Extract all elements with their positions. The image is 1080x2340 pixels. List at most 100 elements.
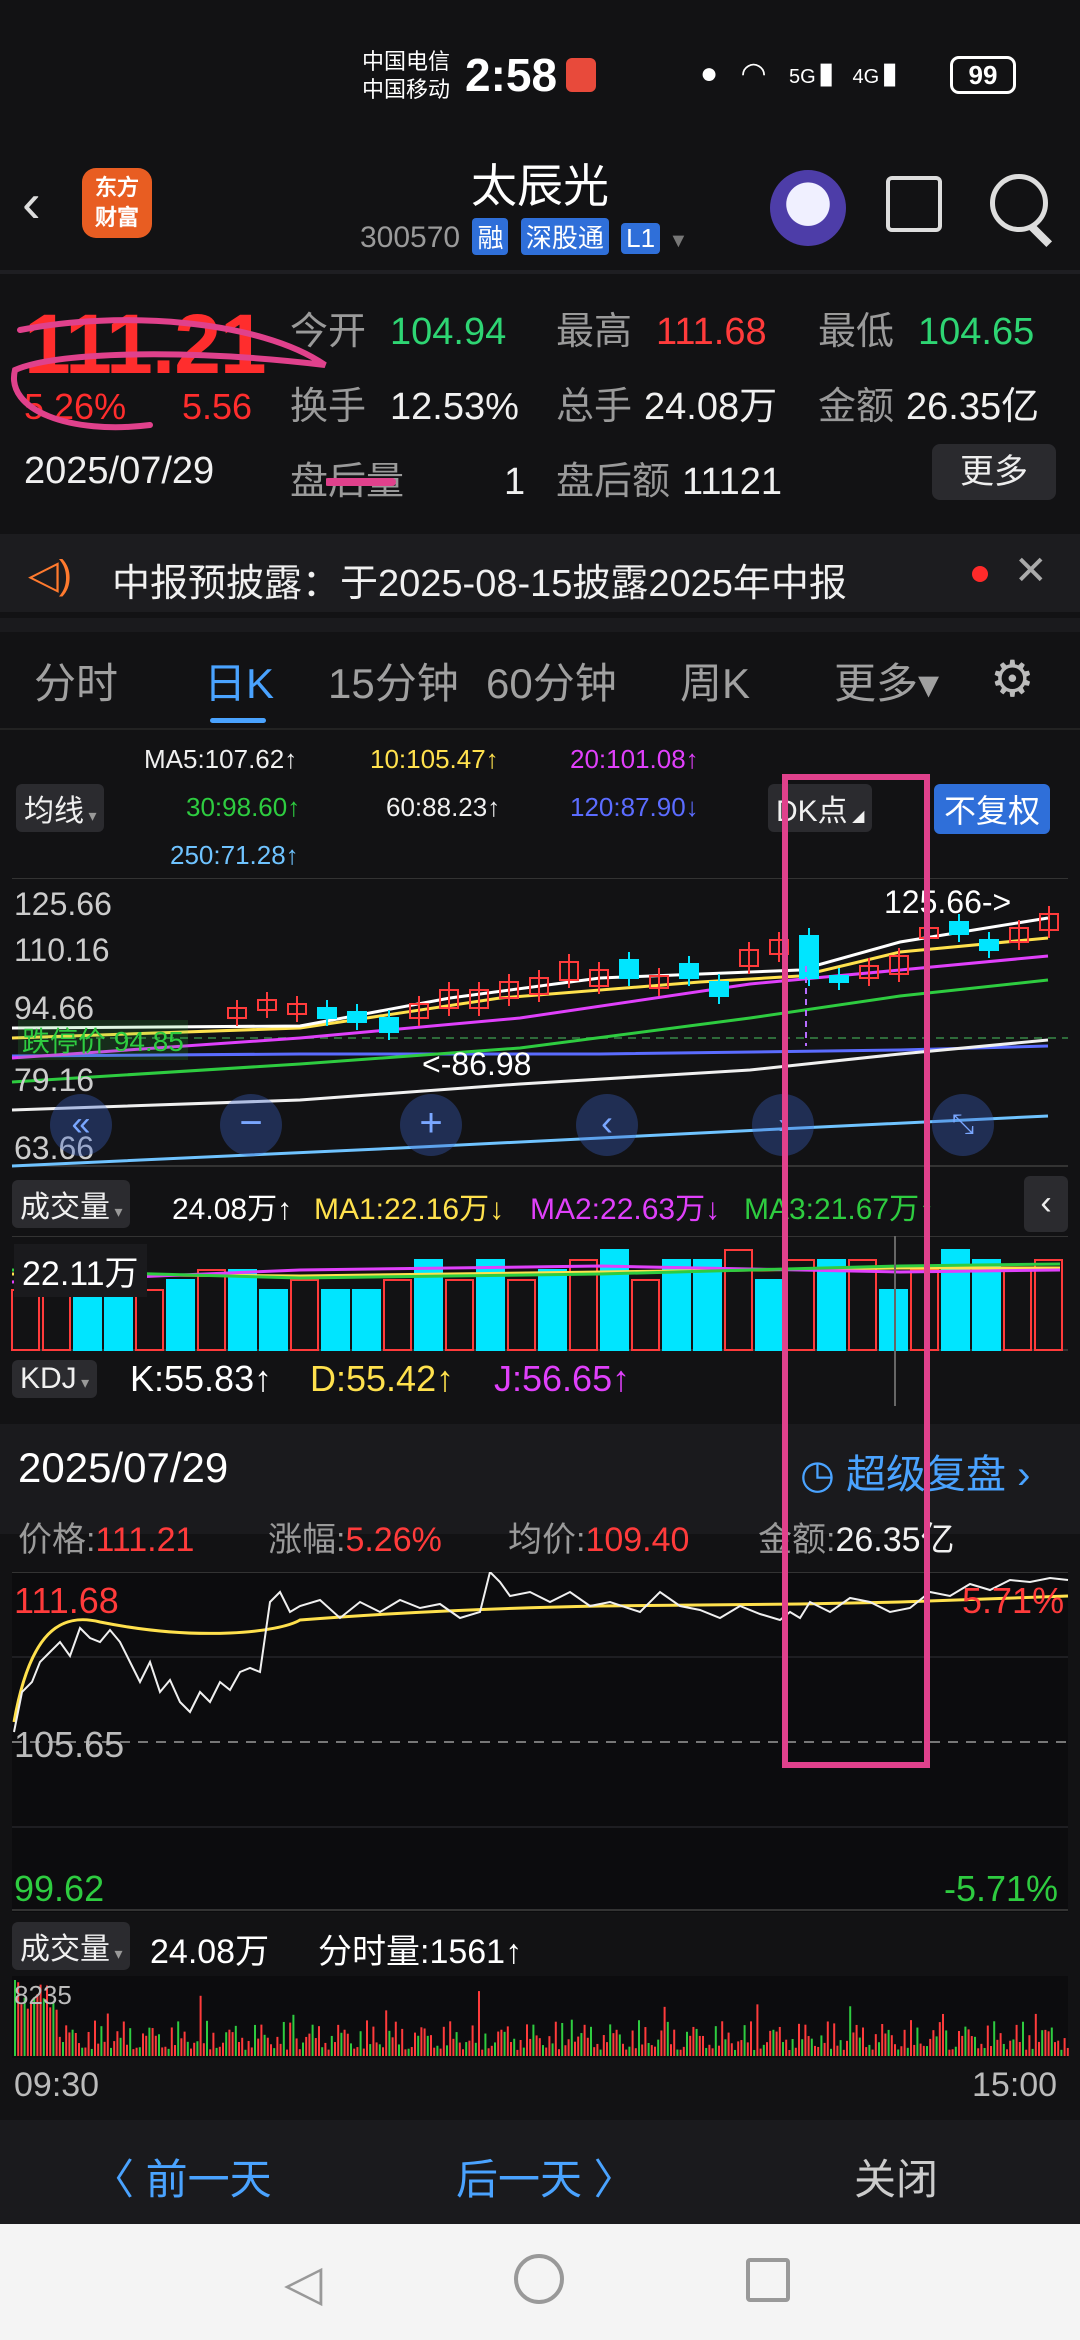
close-icon[interactable]: ✕ [1014,548,1048,594]
intraday-volume-bar [1060,2049,1063,2056]
intraday-volume-bar [215,2047,218,2056]
intraday-volume-bar [446,2045,448,2056]
intraday-volume-bar [295,2038,298,2056]
ma30-value: 30:98.60↑ [186,792,301,822]
intraday-volume-bar [641,2044,644,2056]
intraday-pct-high: 5.71% [962,1580,1065,1621]
intraday-volume-bar [548,2036,551,2056]
volume-bar [538,1269,567,1351]
share-icon[interactable] [886,176,942,232]
kdj-indicator-select[interactable]: KDJ ▾ [12,1360,98,1398]
intraday-volume-bar [273,2048,276,2056]
intraday-volume-bar [903,2029,906,2056]
speaker-icon: ◁) [28,553,73,597]
intraday-volume-bar [942,2013,944,2056]
volume-total: 24.08万↑ [172,1193,293,1226]
intraday-volume-bar [698,2035,701,2056]
fullscreen-icon[interactable]: ⤡ [932,1094,994,1156]
nav-home-icon[interactable] [514,2254,564,2304]
rewind-icon[interactable]: « [50,1094,112,1156]
time-end: 15:00 [972,2066,1058,2104]
intraday-volume-bar [775,2031,778,2056]
intraday-volume-bar [839,2040,842,2056]
intraday-volume-bar [532,2024,535,2056]
intraday-volume-bar [180,2038,183,2056]
status-clock: 2:58 [465,49,558,101]
intraday-volume-bar [676,2049,679,2056]
intraday-volume-select[interactable]: 成交量 ▾ [12,1922,131,1970]
intraday-volume-bar [1044,2029,1047,2056]
tab-weekly-k[interactable]: 周K [680,650,750,711]
tab-60min[interactable]: 60分钟 [486,650,617,711]
intraday-volume-bar [487,2048,490,2056]
notice-text[interactable]: 中报预披露：于2025-08-15披露2025年中报 [112,552,847,607]
no-adjust-button[interactable]: 不复权 [934,784,1051,834]
candle [679,963,699,979]
quote-date: 2025/07/29 [24,450,215,492]
intraday-volume-bar [634,2048,637,2056]
intraday-volume-bar [372,2026,375,2056]
tab-timeshare[interactable]: 分时 [34,650,118,711]
search-icon[interactable] [990,174,1048,232]
intraday-volume-bar [103,2041,106,2056]
volume-bar [631,1279,660,1351]
intraday-volume-bar [695,2028,698,2056]
intraday-volume-bar [356,2047,359,2056]
gear-icon[interactable]: ⚙ [990,650,1035,708]
volume-y-label: 22.11万 [14,1244,147,1297]
ma-select[interactable]: 均线 ▾ [16,784,105,832]
intraday-volume-bar [430,2035,432,2056]
battery-icon: 99 [950,56,1016,94]
ai-assistant-icon[interactable] [770,170,846,246]
intraday-volume-bar [286,2049,288,2056]
intraday-volume-bar [244,2049,247,2056]
prev-icon[interactable]: ‹ [576,1094,638,1156]
intraday-volume-bar [126,2044,128,2056]
tab-daily-k[interactable]: 日K [204,650,274,711]
intraday-volume-bar [292,2014,295,2056]
intraday-volume-bar [266,2037,269,2056]
intraday-volume-bar [849,2006,852,2056]
stock-code-row[interactable]: 300570 融 深股通 L1 ▼ [360,218,688,255]
volume-bar [166,1279,195,1351]
nav-back-icon[interactable]: ◁ [284,2254,322,2312]
divider [0,270,1080,274]
intraday-volume-bar [884,2033,887,2056]
collapse-icon[interactable]: ‹ [1024,1176,1068,1232]
intraday-volume-bar [138,2047,141,2056]
next-day-button[interactable]: 后一天 〉 [456,2146,636,2207]
intraday-volume-bar [583,2024,586,2056]
zoom-out-icon[interactable]: − [220,1094,282,1156]
after-hours-amount-field: 盘后额 11121 [556,461,783,503]
intraday-volume-bar [596,2043,599,2056]
tab-15min[interactable]: 15分钟 [328,650,459,711]
intraday-volume-bar [394,2021,397,2056]
intraday-volume-bar [766,2042,768,2056]
intraday-volume-bar [871,2049,874,2056]
zoom-in-icon[interactable]: + [400,1094,462,1156]
nav-recents-icon[interactable] [746,2258,790,2302]
intraday-volume-bar [1034,2013,1037,2056]
intraday-volume-bar [65,2025,68,2056]
time-start: 09:30 [14,2066,100,2104]
intraday-volume-chart[interactable] [0,1976,1080,2058]
intraday-volume-bar [30,2003,32,2056]
tab-more[interactable]: 更多▾ [834,650,939,711]
intraday-volume-bar [366,2020,368,2056]
y-axis-label-1: 125.66 [14,886,112,922]
close-button[interactable]: 关闭 [854,2146,938,2207]
intraday-volume-bar [263,2034,266,2056]
intraday-volume-bar [900,2046,903,2056]
volume-indicator-select[interactable]: 成交量 ▾ [12,1180,131,1228]
volume-bar [197,1269,226,1351]
more-button[interactable]: 更多 [932,444,1056,500]
intraday-volume-bar [378,2044,381,2056]
intraday-volume-bar [737,2041,740,2056]
intraday-volume-bar [1038,2041,1040,2056]
prev-day-button[interactable]: 〈 前一天 [92,2146,272,2207]
intraday-volume-bar [929,2038,932,2056]
candle [949,921,969,935]
intraday-volume-bar [452,2038,455,2056]
intraday-volume-bar [1066,2047,1069,2056]
intraday-volume-bar [529,2038,532,2056]
